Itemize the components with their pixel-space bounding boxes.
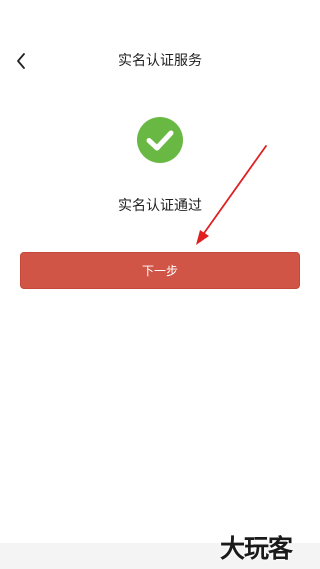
- watermark-logo: 大玩客: [220, 534, 293, 563]
- next-step-button[interactable]: 下一步: [20, 252, 300, 289]
- top-bar: 实名认证服务: [0, 44, 320, 78]
- verification-status-text: 实名认证通过: [118, 198, 202, 214]
- page-title: 实名认证服务: [118, 53, 202, 69]
- success-check-icon: [137, 117, 183, 163]
